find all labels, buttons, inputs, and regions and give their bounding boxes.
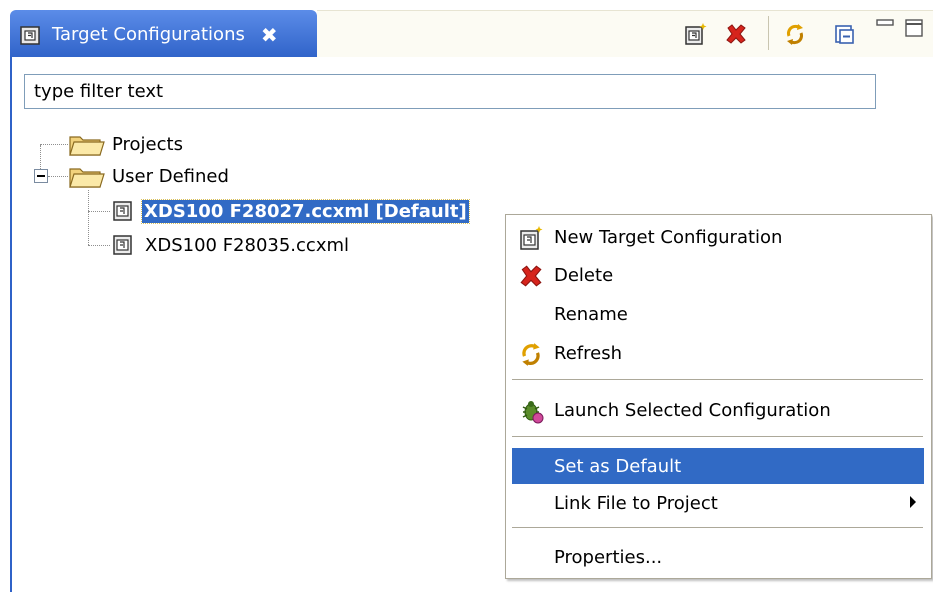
tree-connector (88, 245, 110, 246)
folder-icon (69, 136, 105, 156)
toolbar-separator (768, 16, 769, 50)
refresh-icon (522, 342, 540, 366)
menu-item-rename[interactable]: Rename (512, 296, 924, 333)
collapse-all-icon[interactable] (833, 22, 857, 46)
target-config-icon (20, 25, 40, 45)
collapse-toggle[interactable] (34, 169, 48, 183)
menu-item-delete[interactable]: Delete (512, 257, 924, 294)
menu-separator (512, 379, 923, 380)
menu-item-label: Link File to Project (554, 493, 718, 514)
menu-item-new-target-configuration[interactable]: New Target Configuration (512, 219, 924, 256)
view-tab-bar: Target Configurations ✖ (0, 0, 933, 59)
menu-item-label: Delete (554, 265, 614, 286)
tree-connector (88, 211, 110, 212)
menu-item-label: Properties... (554, 547, 663, 568)
tree-item-label: XDS100 F28027.ccxml [Default] (141, 198, 470, 224)
menu-item-label: Rename (554, 304, 628, 325)
tree-connector (40, 144, 68, 145)
tree-item-label: XDS100 F28035.ccxml (145, 234, 350, 256)
delete-icon[interactable] (724, 22, 748, 46)
maximize-icon[interactable] (903, 16, 927, 40)
tree-item-user-defined[interactable]: User Defined (68, 161, 229, 191)
menu-item-label: New Target Configuration (554, 227, 783, 248)
target-config-icon (113, 201, 132, 221)
menu-separator (512, 436, 923, 437)
tab-target-configurations[interactable]: Target Configurations ✖ (10, 10, 317, 59)
folder-open-icon (69, 168, 105, 188)
menu-item-label: Set as Default (554, 455, 682, 477)
submenu-arrow-icon (910, 496, 916, 508)
refresh-icon[interactable] (783, 22, 807, 46)
tree-connector (88, 190, 89, 245)
tree-item-xds100-f28035[interactable]: XDS100 F28035.ccxml (112, 230, 349, 260)
menu-item-link-file-to-project[interactable]: Link File to Project (512, 485, 924, 522)
tree-connector (48, 176, 68, 177)
new-target-config-icon[interactable] (684, 22, 708, 46)
tree-item-label: Projects (112, 133, 183, 155)
menu-separator (512, 527, 923, 528)
tree-item-xds100-f28027[interactable]: XDS100 F28027.ccxml [Default] (112, 196, 470, 226)
menu-item-properties[interactable]: Properties... (512, 539, 924, 576)
filter-input[interactable] (24, 74, 876, 109)
tree-item-label: User Defined (112, 165, 229, 187)
tree-item-projects[interactable]: Projects (68, 129, 183, 159)
menu-item-label: Refresh (554, 343, 622, 364)
menu-item-set-as-default[interactable]: Set as Default (512, 448, 924, 484)
minimize-icon[interactable] (874, 16, 898, 40)
menu-item-launch-selected-configuration[interactable]: Launch Selected Configuration (512, 392, 924, 429)
target-config-icon (113, 235, 132, 255)
context-menu: New Target Configuration Delete Rename R… (505, 214, 932, 579)
close-icon[interactable]: ✖ (261, 25, 278, 45)
menu-item-label: Launch Selected Configuration (554, 400, 831, 421)
tab-label: Target Configurations (52, 24, 245, 45)
delete-icon (520, 265, 542, 286)
new-target-config-icon (520, 225, 543, 250)
debug-launch-icon (522, 400, 544, 423)
menu-item-refresh[interactable]: Refresh (512, 335, 924, 372)
